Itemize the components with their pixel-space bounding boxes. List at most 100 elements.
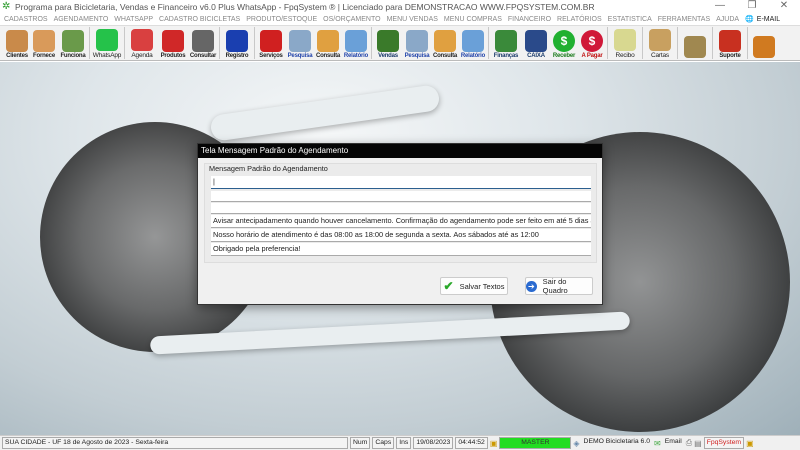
consulta-icon xyxy=(434,30,456,52)
status-bar: SUA CIDADE - UF 18 de Agosto de 2023 - S… xyxy=(0,435,800,450)
group-label: Mensagem Padrão do Agendamento xyxy=(209,164,328,173)
toolbar: Clientes Fornece Funciona WhatsApp Agenda Pro… xyxy=(0,25,800,61)
toolbar-button-funciona[interactable]: Funciona xyxy=(58,25,88,60)
toolbar-button-consultar[interactable]: Consultar xyxy=(188,25,218,60)
toolbar-label: Consulta xyxy=(315,53,341,59)
toolbar-button-produtos[interactable]: Produtos xyxy=(158,25,188,60)
message-line-5[interactable]: Nosso horário de atendimento é das 08:00… xyxy=(211,229,591,242)
toolbar-label: Fornece xyxy=(33,53,55,59)
exit-button[interactable]: ➔ Sair do Quadro xyxy=(525,277,593,295)
toolbar-label: WhatsApp xyxy=(92,52,122,59)
menu-agendamento[interactable]: AGENDAMENTO xyxy=(54,16,109,23)
toolbar-separator xyxy=(747,27,748,59)
toolbar-button-financas[interactable]: Finanças xyxy=(490,25,522,60)
toolbar-button-pesquisa[interactable]: Pesquisa xyxy=(403,25,431,60)
toolbar-button-recibo[interactable]: Recibo xyxy=(609,25,641,60)
toolbar-button-fornece[interactable]: Fornece xyxy=(30,25,58,60)
toolbar-label: Vendas xyxy=(378,53,398,59)
toolbar-label: Finanças xyxy=(493,53,519,59)
toolbar-label: Serviços xyxy=(259,53,283,59)
agenda-icon xyxy=(131,29,153,51)
toolbar-button-servicos[interactable]: Serviços xyxy=(256,25,286,60)
settings-icon[interactable]: ▤ xyxy=(694,439,702,448)
status-company: DEMO Bicicletaria 6.0 xyxy=(583,438,651,445)
pesquisa-icon xyxy=(406,30,428,52)
toolbar-separator xyxy=(677,27,678,59)
minimize-button[interactable]: — xyxy=(706,0,734,11)
whatsapp-icon xyxy=(96,29,118,51)
menu-whatsapp[interactable]: WHATSAPP xyxy=(114,16,153,23)
toolbar-button-relatorio[interactable]: Relatório xyxy=(459,25,487,60)
toolbar-button-item24[interactable] xyxy=(749,25,779,60)
menu-produto-estoque[interactable]: PRODUTO/ESTOQUE xyxy=(246,16,317,23)
toolbar-button-pesquisa[interactable]: Pesquisa xyxy=(286,25,314,60)
produtos-icon xyxy=(162,30,184,52)
toolbar-button-item22[interactable] xyxy=(679,25,711,60)
menu-cadastros[interactable]: CADASTROS xyxy=(4,16,48,23)
dialog-title: Tela Mensagem Padrão do Agendamento xyxy=(198,144,602,158)
menu-estatistica[interactable]: ESTATISTICA xyxy=(608,16,652,23)
message-line-1[interactable]: | xyxy=(211,176,591,189)
toolbar-button-receber[interactable]: $ Receber xyxy=(550,25,578,60)
menu-e-mail[interactable]: E-MAIL xyxy=(757,16,780,23)
relatorio-icon xyxy=(462,30,484,52)
toolbar-label: CAIXA xyxy=(527,53,545,59)
toolbar-button-agenda[interactable]: Agenda xyxy=(126,25,158,60)
receber-icon: $ xyxy=(553,30,575,52)
toolbar-button-consulta[interactable]: Consulta xyxy=(431,25,459,60)
toolbar-button-consulta[interactable]: Consulta xyxy=(314,25,342,60)
toolbar-button-whatsapp[interactable]: WhatsApp xyxy=(91,25,123,60)
toolbar-button-clientes[interactable]: Clientes xyxy=(4,25,30,60)
status-ins: Ins xyxy=(396,437,412,449)
status-date: 19/08/2023 xyxy=(413,437,454,449)
menu-cadastro-bicicletas[interactable]: CADASTRO BICICLETAS xyxy=(159,16,240,23)
toolbar-button-suporte[interactable]: Suporte xyxy=(714,25,746,60)
menu-relat-rios[interactable]: RELATÓRIOS xyxy=(557,16,602,23)
toolbar-separator xyxy=(371,27,372,59)
toolbar-label: Pesquisa xyxy=(404,53,430,59)
title-bar: ✲ Programa para Bicicletaria, Vendas e F… xyxy=(0,0,800,13)
menu-ferramentas[interactable]: FERRAMENTAS xyxy=(658,16,710,23)
toolbar-separator xyxy=(488,27,489,59)
toolbar-label: Suporte xyxy=(719,53,741,59)
message-line-3[interactable] xyxy=(211,203,591,214)
menu-financeiro[interactable]: FINANCEIRO xyxy=(508,16,551,23)
maximize-button[interactable]: ❐ xyxy=(738,0,766,11)
fornece-icon xyxy=(33,30,55,52)
printer-icon[interactable]: ⎙ xyxy=(686,438,692,448)
menu-ajuda[interactable]: AJUDA xyxy=(716,16,739,23)
menu-menu-vendas[interactable]: MENU VENDAS xyxy=(387,16,438,23)
pesquisa-icon xyxy=(289,30,311,52)
vendas-icon xyxy=(377,30,399,52)
toolbar-button-registro[interactable]: Registro xyxy=(221,25,253,60)
status-brand: FpqSystem xyxy=(703,437,745,449)
menu-menu-compras[interactable]: MENU COMPRAS xyxy=(444,16,502,23)
toolbar-label: Consulta xyxy=(432,53,458,59)
toolbar-button-apagar[interactable]: $ A Pagar xyxy=(578,25,606,60)
toolbar-button-cartas[interactable]: Cartas xyxy=(644,25,676,60)
toolbar-separator xyxy=(712,27,713,59)
consultar-icon xyxy=(192,30,214,52)
apagar-icon: $ xyxy=(581,30,603,52)
bike-saddle-image xyxy=(209,84,441,142)
save-texts-button[interactable]: ✔ Salvar Textos xyxy=(440,277,508,295)
caixa-icon xyxy=(525,30,547,52)
message-line-6[interactable]: Obrigado pela preferencia! xyxy=(211,243,591,256)
email-icon[interactable]: ✉ xyxy=(654,439,661,448)
toolbar-button-vendas[interactable]: Vendas xyxy=(373,25,403,60)
status-caps: Caps xyxy=(372,437,395,449)
item-icon xyxy=(684,36,706,58)
toolbar-label: A Pagar xyxy=(581,53,603,59)
status-email[interactable]: Email xyxy=(663,437,684,449)
funciona-icon xyxy=(62,30,84,52)
message-line-2[interactable] xyxy=(211,191,591,202)
toolbar-button-relatorio[interactable]: Relatório xyxy=(342,25,370,60)
close-button[interactable]: ✕ xyxy=(770,0,798,11)
toolbar-label: Recibo xyxy=(615,52,635,59)
toolbar-label: Funciona xyxy=(60,53,86,59)
toolbar-button-caixa[interactable]: CAIXA xyxy=(522,25,550,60)
menu-os-or-amento[interactable]: OS/ORÇAMENTO xyxy=(323,16,380,23)
message-line-4[interactable]: Avisar antecipadamento quando houver can… xyxy=(211,215,591,228)
suporte-icon xyxy=(719,30,741,52)
user-icon: ▣ xyxy=(489,438,498,448)
